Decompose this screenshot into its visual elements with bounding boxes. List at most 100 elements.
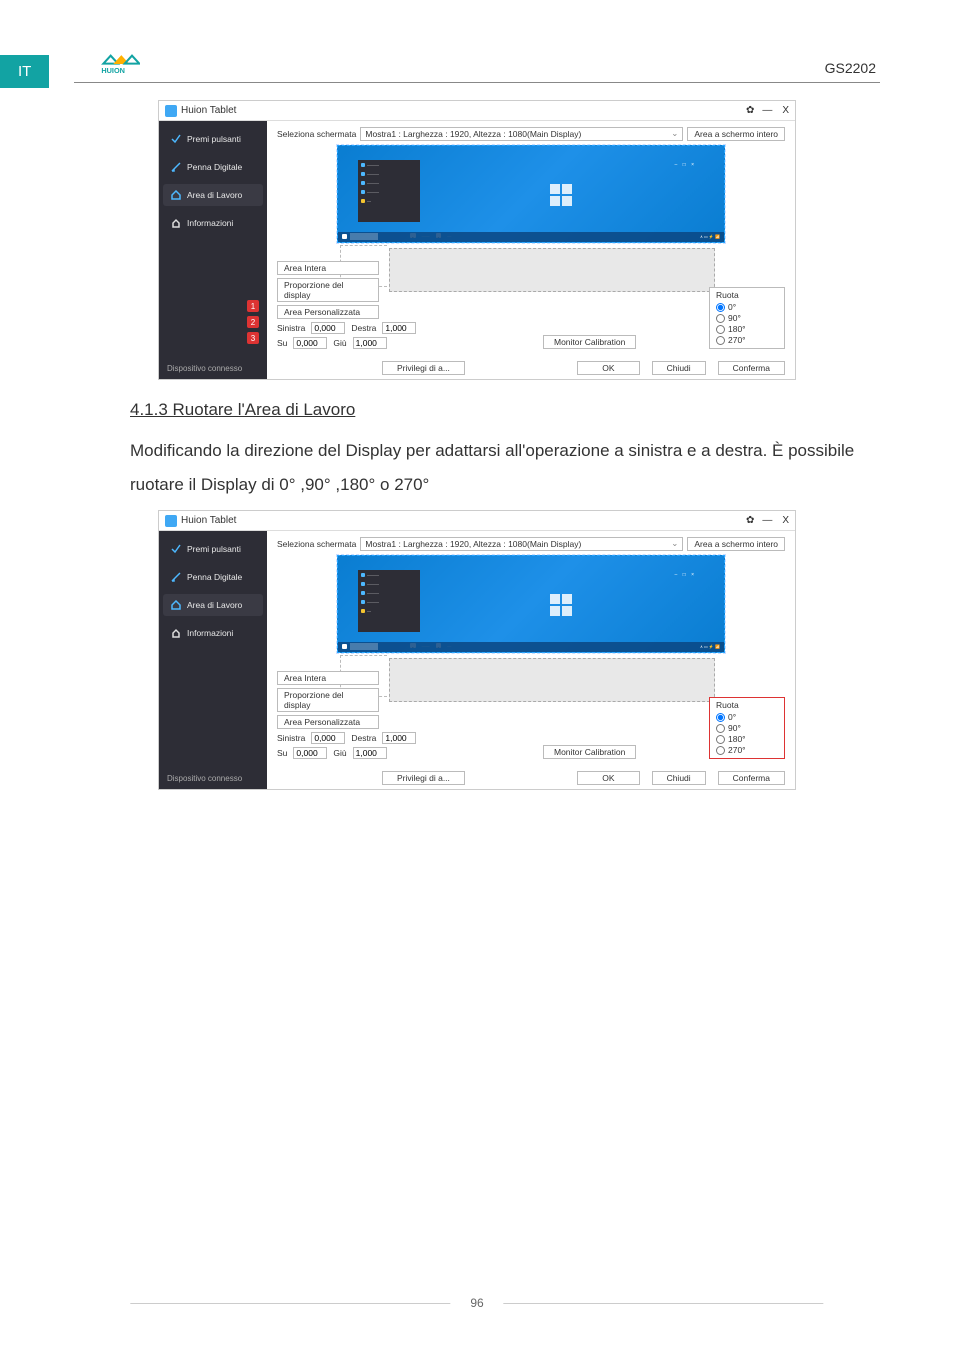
sidebar-footer: Dispositivo connesso	[159, 358, 267, 379]
screenshot-1: Huion Tablet ✿ — X Premi pulsanti Penna …	[158, 100, 796, 380]
page-number: 96	[470, 1296, 483, 1310]
rotate-270[interactable]: 270°	[716, 745, 778, 755]
custom-area-button[interactable]: Area Personalizzata	[277, 305, 379, 319]
window-title: Huion Tablet	[181, 515, 746, 526]
screen-dropdown[interactable]: Mostra1 : Larghezza : 1920, Altezza : 10…	[360, 127, 683, 141]
close-icon[interactable]: X	[782, 515, 789, 526]
custom-area-button[interactable]: Area Personalizzata	[277, 715, 379, 729]
ok-button[interactable]: OK	[577, 771, 639, 785]
down-label: Giù	[333, 338, 346, 348]
gear-icon[interactable]: ✿	[746, 105, 754, 116]
sidebar-item-press-keys[interactable]: Premi pulsanti	[163, 128, 263, 150]
windows-logo	[550, 184, 572, 206]
rotate-title: Ruota	[716, 700, 778, 710]
screen-dropdown[interactable]: Mostra1 : Larghezza : 1920, Altezza : 10…	[360, 537, 683, 551]
fullscreen-button[interactable]: Area a schermo intero	[687, 127, 785, 141]
display-ratio-button[interactable]: Proporzione del display	[277, 688, 379, 712]
marker-3: 3	[247, 332, 259, 344]
sidebar-item-work-area[interactable]: Area di Lavoro	[163, 594, 263, 616]
header-divider	[74, 82, 880, 83]
taskbar-preview: ∧ ▭ ⚡ 📶	[338, 642, 724, 652]
marker-2: 2	[247, 316, 259, 328]
display-ratio-button[interactable]: Proporzione del display	[277, 278, 379, 302]
close-button[interactable]: Chiudi	[652, 771, 706, 785]
ok-button[interactable]: OK	[577, 361, 639, 375]
select-screen-label: Seleziona schermata	[277, 129, 356, 139]
rotate-title: Ruota	[716, 290, 778, 300]
section-body: Modificando la direzione del Display per…	[130, 434, 880, 502]
mini-app-preview: ——— ——— ——— ——— —	[358, 570, 420, 632]
desktop-preview: ——— ——— ——— ——— — – □ × ⎵——⎵— ∧ ▭ ⚡ 📶	[337, 145, 725, 243]
up-input[interactable]	[293, 337, 327, 349]
rotate-panel-highlighted: Ruota 0° 90° 180° 270°	[709, 697, 785, 759]
right-label: Destra	[351, 323, 376, 333]
minimize-icon[interactable]: —	[762, 105, 772, 116]
left-label: Sinistra	[277, 323, 305, 333]
confirm-button[interactable]: Conferma	[718, 361, 785, 375]
rotate-270[interactable]: 270°	[716, 335, 778, 345]
down-input[interactable]	[353, 747, 387, 759]
rotate-panel: Ruota 0° 90° 180° 270°	[709, 287, 785, 349]
close-icon[interactable]: X	[782, 105, 789, 116]
app-icon	[165, 105, 177, 117]
up-label: Su	[277, 338, 287, 348]
mini-app-preview: ——— ——— ——— ——— —	[358, 160, 420, 222]
taskbar-preview: ∧ ▭ ⚡ 📶	[338, 232, 724, 242]
privileges-button[interactable]: Privilegi di a...	[382, 771, 465, 785]
right-label: Destra	[351, 733, 376, 743]
windows-logo	[550, 594, 572, 616]
left-input[interactable]	[311, 732, 345, 744]
main-panel: Seleziona schermata Mostra1 : Larghezza …	[267, 121, 795, 379]
right-input[interactable]	[382, 322, 416, 334]
rotate-180[interactable]: 180°	[716, 734, 778, 744]
full-area-button[interactable]: Area Intera	[277, 671, 379, 685]
sidebar-item-info[interactable]: Informazioni	[163, 622, 263, 644]
tablet-preview	[389, 658, 715, 702]
rotate-90[interactable]: 90°	[716, 723, 778, 733]
titlebar: Huion Tablet ✿ — X	[159, 511, 795, 531]
app-icon	[165, 515, 177, 527]
left-input[interactable]	[311, 322, 345, 334]
mini-window-controls: – □ ×	[675, 162, 697, 168]
sidebar-item-info[interactable]: Informazioni	[163, 212, 263, 234]
sidebar: Premi pulsanti Penna Digitale Area di La…	[159, 531, 267, 789]
sidebar-item-pen[interactable]: Penna Digitale	[163, 566, 263, 588]
marker-1: 1	[247, 300, 259, 312]
huion-logo: HUION	[100, 48, 140, 78]
sidebar-footer: Dispositivo connesso	[159, 768, 267, 789]
close-button[interactable]: Chiudi	[652, 361, 706, 375]
rotate-0[interactable]: 0°	[716, 302, 778, 312]
down-input[interactable]	[353, 337, 387, 349]
sidebar-item-pen[interactable]: Penna Digitale	[163, 156, 263, 178]
sidebar-item-work-area[interactable]: Area di Lavoro	[163, 184, 263, 206]
titlebar: Huion Tablet ✿ — X	[159, 101, 795, 121]
screenshot-2: Huion Tablet ✿ — X Premi pulsanti Penna …	[158, 510, 796, 790]
sidebar-item-press-keys[interactable]: Premi pulsanti	[163, 538, 263, 560]
rotate-180[interactable]: 180°	[716, 324, 778, 334]
fullscreen-button[interactable]: Area a schermo intero	[687, 537, 785, 551]
confirm-button[interactable]: Conferma	[718, 771, 785, 785]
mini-window-controls: – □ ×	[675, 572, 697, 578]
up-input[interactable]	[293, 747, 327, 759]
down-label: Giù	[333, 748, 346, 758]
privileges-button[interactable]: Privilegi di a...	[382, 361, 465, 375]
window-title: Huion Tablet	[181, 105, 746, 116]
minimize-icon[interactable]: —	[762, 515, 772, 526]
section-title: 4.1.3 Ruotare l'Area di Lavoro	[130, 400, 880, 420]
left-label: Sinistra	[277, 733, 305, 743]
select-screen-label: Seleziona schermata	[277, 539, 356, 549]
monitor-calibration-button[interactable]: Monitor Calibration	[543, 745, 636, 759]
model-number: GS2202	[825, 60, 876, 76]
monitor-calibration-button[interactable]: Monitor Calibration	[543, 335, 636, 349]
up-label: Su	[277, 748, 287, 758]
rotate-0[interactable]: 0°	[716, 712, 778, 722]
rotate-90[interactable]: 90°	[716, 313, 778, 323]
language-tab: IT	[0, 55, 49, 88]
main-panel: Seleziona schermata Mostra1 : Larghezza …	[267, 531, 795, 789]
desktop-preview: ——— ——— ——— ——— — – □ × ⎵——⎵— ∧ ▭ ⚡ 📶	[337, 555, 725, 653]
tablet-preview	[389, 248, 715, 292]
full-area-button[interactable]: Area Intera	[277, 261, 379, 275]
svg-text:HUION: HUION	[101, 66, 125, 75]
right-input[interactable]	[382, 732, 416, 744]
gear-icon[interactable]: ✿	[746, 515, 754, 526]
